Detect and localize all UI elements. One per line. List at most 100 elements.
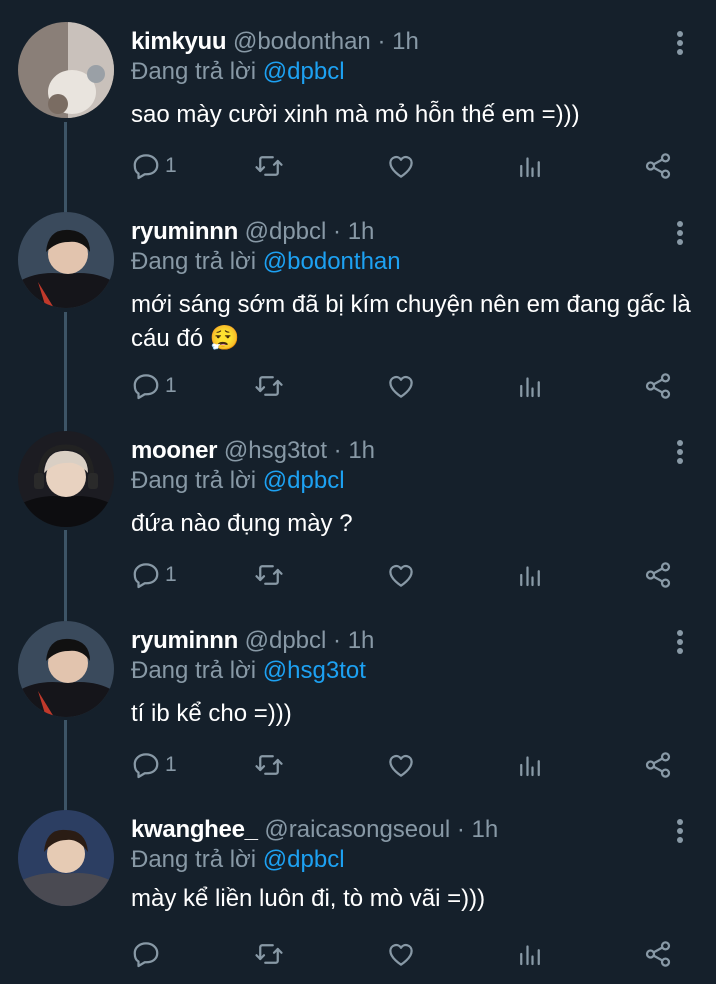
replying-to: Đang trả lời @dpbcl [131,56,345,88]
share-button[interactable] [643,745,673,785]
more-options-icon[interactable] [670,28,690,62]
share-button[interactable] [643,555,673,595]
author-name[interactable]: kwanghee_ [131,816,258,843]
share-button[interactable] [643,934,673,974]
share-button[interactable] [643,366,673,406]
share-icon [645,752,671,778]
reply-icon [133,942,159,968]
author-handle[interactable]: @dpbcl [245,627,327,654]
author-name[interactable]: kimkyuu [131,28,227,55]
more-options-icon[interactable] [670,437,690,471]
avatar[interactable] [18,212,114,308]
reply-count: 1 [165,563,177,586]
more-options-icon[interactable] [670,816,690,850]
timestamp[interactable]: 1h [348,627,375,654]
share-button[interactable] [643,146,673,186]
mention-link[interactable]: @bodonthan [263,248,401,275]
reply-prefix: Đang trả lời [131,467,257,494]
heart-icon [389,155,413,178]
person-headset-avatar-icon [18,431,114,527]
tweet-text: mới sáng sớm đã bị kím chuyện nên em đan… [131,291,691,352]
retweet-button[interactable] [254,146,284,186]
like-button[interactable] [386,745,416,785]
analytics-button[interactable] [515,745,545,785]
retweet-icon [255,755,283,775]
reply-prefix: Đang trả lời [131,58,257,85]
reply-button[interactable]: 1 [131,146,177,186]
analytics-icon [520,756,540,777]
reply-count: 1 [165,753,177,776]
reply-button[interactable]: 1 [131,745,177,785]
separator-dot: · [333,627,342,654]
heart-icon [389,943,413,966]
analytics-icon [520,157,540,178]
action-bar [0,934,716,974]
author-name[interactable]: mooner [131,437,218,464]
separator-dot: · [333,437,342,464]
tweet-text: mày kể liền luôn đi, tò mò vãi =))) [131,885,486,912]
reply-button[interactable]: 1 [131,366,177,406]
timestamp[interactable]: 1h [348,437,375,464]
timestamp[interactable]: 1h [348,218,375,245]
analytics-button[interactable] [515,146,545,186]
retweet-button[interactable] [254,366,284,406]
mention-link[interactable]: @dpbcl [263,467,345,494]
author-handle[interactable]: @dpbcl [245,218,327,245]
analytics-icon [520,566,540,587]
author-name[interactable]: ryuminnn [131,218,238,245]
more-options-icon[interactable] [670,627,690,661]
more-options-icon[interactable] [670,218,690,252]
cat-photo-avatar-icon [18,22,114,118]
mention-link[interactable]: @dpbcl [263,846,345,873]
analytics-icon [520,945,540,966]
action-bar: 1 [0,146,716,186]
tweet-text: tí ib kể cho =))) [131,700,292,727]
analytics-icon [520,377,540,398]
avatar[interactable] [18,22,114,118]
like-button[interactable] [386,934,416,974]
like-button[interactable] [386,555,416,595]
timestamp[interactable]: 1h [392,28,419,55]
separator-dot: · [377,28,386,55]
avatar[interactable] [18,810,114,906]
analytics-button[interactable] [515,555,545,595]
avatar[interactable] [18,621,114,717]
analytics-button[interactable] [515,366,545,406]
retweet-icon [255,156,283,176]
reply-button[interactable] [131,934,165,974]
reply-icon [133,374,159,400]
author-handle[interactable]: @hsg3tot [224,437,327,464]
author-name[interactable]: ryuminnn [131,627,238,654]
author-handle[interactable]: @bodonthan [233,28,371,55]
analytics-button[interactable] [515,934,545,974]
retweet-icon [255,376,283,396]
timestamp[interactable]: 1h [472,816,499,843]
like-button[interactable] [386,366,416,406]
like-button[interactable] [386,146,416,186]
share-icon [645,562,671,588]
retweet-button[interactable] [254,745,284,785]
person-photo-avatar-icon [18,621,114,717]
mention-link[interactable]: @dpbcl [263,58,345,85]
retweet-icon [255,944,283,964]
reply-count: 1 [165,374,177,397]
replying-to: Đang trả lời @hsg3tot [131,655,366,687]
tweet-text: đứa nào đụng mày ? [131,510,353,537]
heart-icon [389,564,413,587]
retweet-icon [255,565,283,585]
author-handle[interactable]: @raicasongseoul [264,816,450,843]
mention-link[interactable]: @hsg3tot [263,657,366,684]
share-icon [645,941,671,967]
action-bar: 1 [0,745,716,785]
reply-button[interactable]: 1 [131,555,177,595]
person-photo-avatar-icon [18,212,114,308]
retweet-button[interactable] [254,934,284,974]
retweet-button[interactable] [254,555,284,595]
heart-icon [389,754,413,777]
tweet-text: sao mày cười xinh mà mỏ hỗn thế em =))) [131,101,580,128]
avatar[interactable] [18,431,114,527]
separator-dot: · [456,816,465,843]
reply-prefix: Đang trả lời [131,657,257,684]
reply-prefix: Đang trả lời [131,248,257,275]
action-bar: 1 [0,366,716,406]
